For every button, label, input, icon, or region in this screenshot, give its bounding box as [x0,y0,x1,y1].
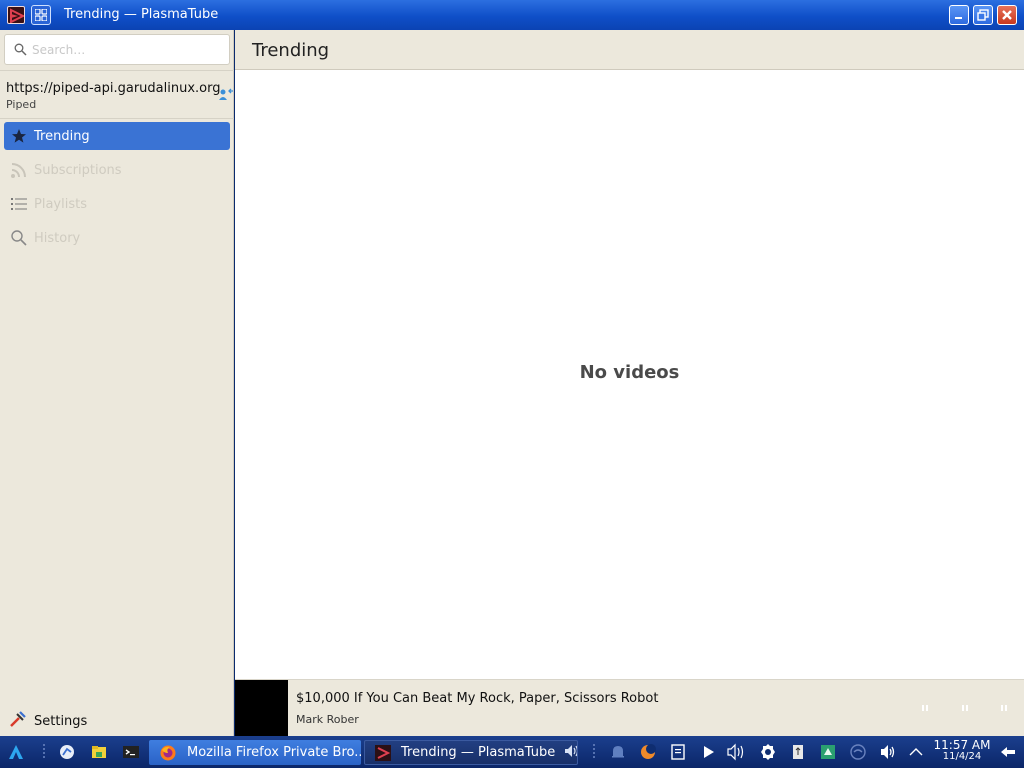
player-bar[interactable]: $10,000 If You Can Beat My Rock, Paper, … [235,679,1024,737]
notifications-icon[interactable] [608,742,628,762]
star-icon [9,126,29,146]
maximize-button[interactable] [973,5,993,25]
pause-button[interactable] [958,701,972,715]
divider [0,118,234,119]
sidebar: https://piped-api.garudalinux.org Piped … [0,30,234,736]
sidebar-item-label: History [34,230,81,246]
audio-playing-icon[interactable] [563,743,577,763]
settings-label: Settings [34,713,88,729]
video-thumbnail[interactable] [235,680,288,737]
sidebar-item-history[interactable]: History [4,224,230,252]
task-plasmatube[interactable]: Trending — PlasmaTube [364,740,578,765]
updates-icon[interactable] [818,742,838,762]
player-video-author: Mark Rober [296,713,359,726]
taskbar: Mozilla Firefox Private Bro... Trending … [0,736,1024,768]
previous-button[interactable] [918,701,932,715]
sidebar-item-trending[interactable]: Trending [4,122,230,150]
sidebar-item-label: Trending [34,128,90,144]
plasmatube-icon [375,744,391,762]
application-launcher-icon[interactable] [6,742,26,762]
terminal-icon[interactable] [121,742,141,762]
task-label: Trending — PlasmaTube [401,745,556,760]
account-type: Piped [6,98,37,111]
clipboard-icon[interactable] [668,742,688,762]
digital-clock[interactable]: 11:57 AM 11/4/24 [932,739,992,762]
search-input[interactable] [32,40,222,60]
audio-volume-tray-icon[interactable] [726,742,746,762]
show-desktop-icon[interactable] [998,742,1018,762]
minimize-button[interactable] [949,5,969,25]
search-box[interactable] [4,34,230,65]
browser-launcher-icon[interactable] [57,742,77,762]
player-video-title: $10,000 If You Can Beat My Rock, Paper, … [296,691,659,706]
page-header: Trending [235,30,1024,70]
empty-state-message: No videos [579,362,680,383]
window-menu-button[interactable] [31,5,51,25]
sidebar-item-label: Subscriptions [34,162,122,178]
divider [0,70,234,71]
firefox-icon [159,744,177,762]
search-icon [9,228,29,248]
sidebar-item-subscriptions[interactable]: Subscriptions [4,156,230,184]
switch-account-icon[interactable] [218,87,234,107]
separator-handle [592,743,596,761]
plasmatube-app-icon[interactable] [7,6,25,24]
next-button[interactable] [997,701,1011,715]
rss-icon [9,160,29,180]
window-title: Trending — PlasmaTube [64,7,219,22]
task-label: Mozilla Firefox Private Bro... [187,745,361,760]
settings-icon [8,709,28,733]
account-switcher[interactable]: https://piped-api.garudalinux.org Piped [6,81,228,111]
network-icon[interactable] [848,742,868,762]
task-firefox[interactable]: Mozilla Firefox Private Bro... [149,740,361,765]
night-color-icon[interactable] [638,742,658,762]
file-manager-icon[interactable] [89,742,109,762]
clock-time: 11:57 AM [933,738,991,752]
video-list-area: No videos [235,70,1024,679]
sidebar-item-label: Playlists [34,196,87,212]
media-player-icon[interactable] [698,742,718,762]
account-url: https://piped-api.garudalinux.org [6,81,221,96]
search-icon [14,43,27,60]
show-hidden-icons-icon[interactable] [906,742,926,762]
separator-handle [42,743,46,761]
close-button[interactable] [997,5,1017,25]
usb-device-icon[interactable] [788,742,808,762]
clock-date: 11/4/24 [942,751,982,762]
window-titlebar[interactable]: Trending — PlasmaTube [0,0,1024,30]
page-title: Trending [252,40,330,61]
sidebar-item-playlists[interactable]: Playlists [4,190,230,218]
volume-icon[interactable] [878,742,898,762]
gamemode-icon[interactable] [758,742,778,762]
list-icon [9,194,29,214]
settings-button[interactable]: Settings [8,709,87,733]
